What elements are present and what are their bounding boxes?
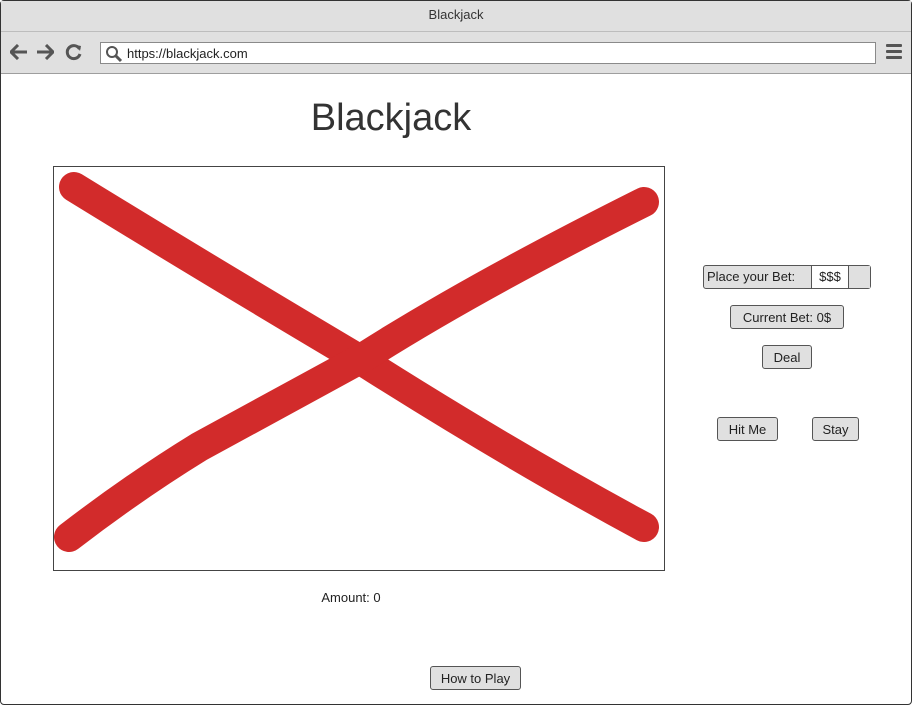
stay-button[interactable]: Stay <box>812 417 859 441</box>
window-title: Blackjack <box>428 7 484 22</box>
back-arrow-icon[interactable] <box>9 42 29 62</box>
browser-toolbar: https://blackjack.com <box>1 32 911 74</box>
address-bar[interactable]: https://blackjack.com <box>100 42 876 64</box>
hamburger-menu-icon[interactable] <box>886 44 902 62</box>
browser-window: Blackjack https://blackjack.com Blackjac… <box>0 0 912 705</box>
bet-input-group: Place your Bet: $$$ <box>703 265 871 289</box>
current-bet-button[interactable]: Current Bet: 0$ <box>730 305 844 329</box>
deal-button[interactable]: Deal <box>762 345 812 369</box>
game-image-placeholder <box>53 166 665 571</box>
forward-arrow-icon[interactable] <box>35 42 55 62</box>
hit-me-button[interactable]: Hit Me <box>717 417 778 441</box>
amount-label: Amount: 0 <box>321 590 381 605</box>
placeholder-cross-icon <box>54 172 659 552</box>
bet-input[interactable]: $$$ <box>812 266 849 288</box>
page-title: Blackjack <box>310 97 472 139</box>
how-to-play-button[interactable]: How to Play <box>430 666 521 690</box>
search-icon <box>105 45 123 63</box>
address-url: https://blackjack.com <box>127 46 248 61</box>
window-titlebar: Blackjack <box>1 1 911 32</box>
bet-stepper-button[interactable] <box>849 266 870 288</box>
reload-icon[interactable] <box>64 42 84 62</box>
bet-label: Place your Bet: <box>704 266 812 288</box>
